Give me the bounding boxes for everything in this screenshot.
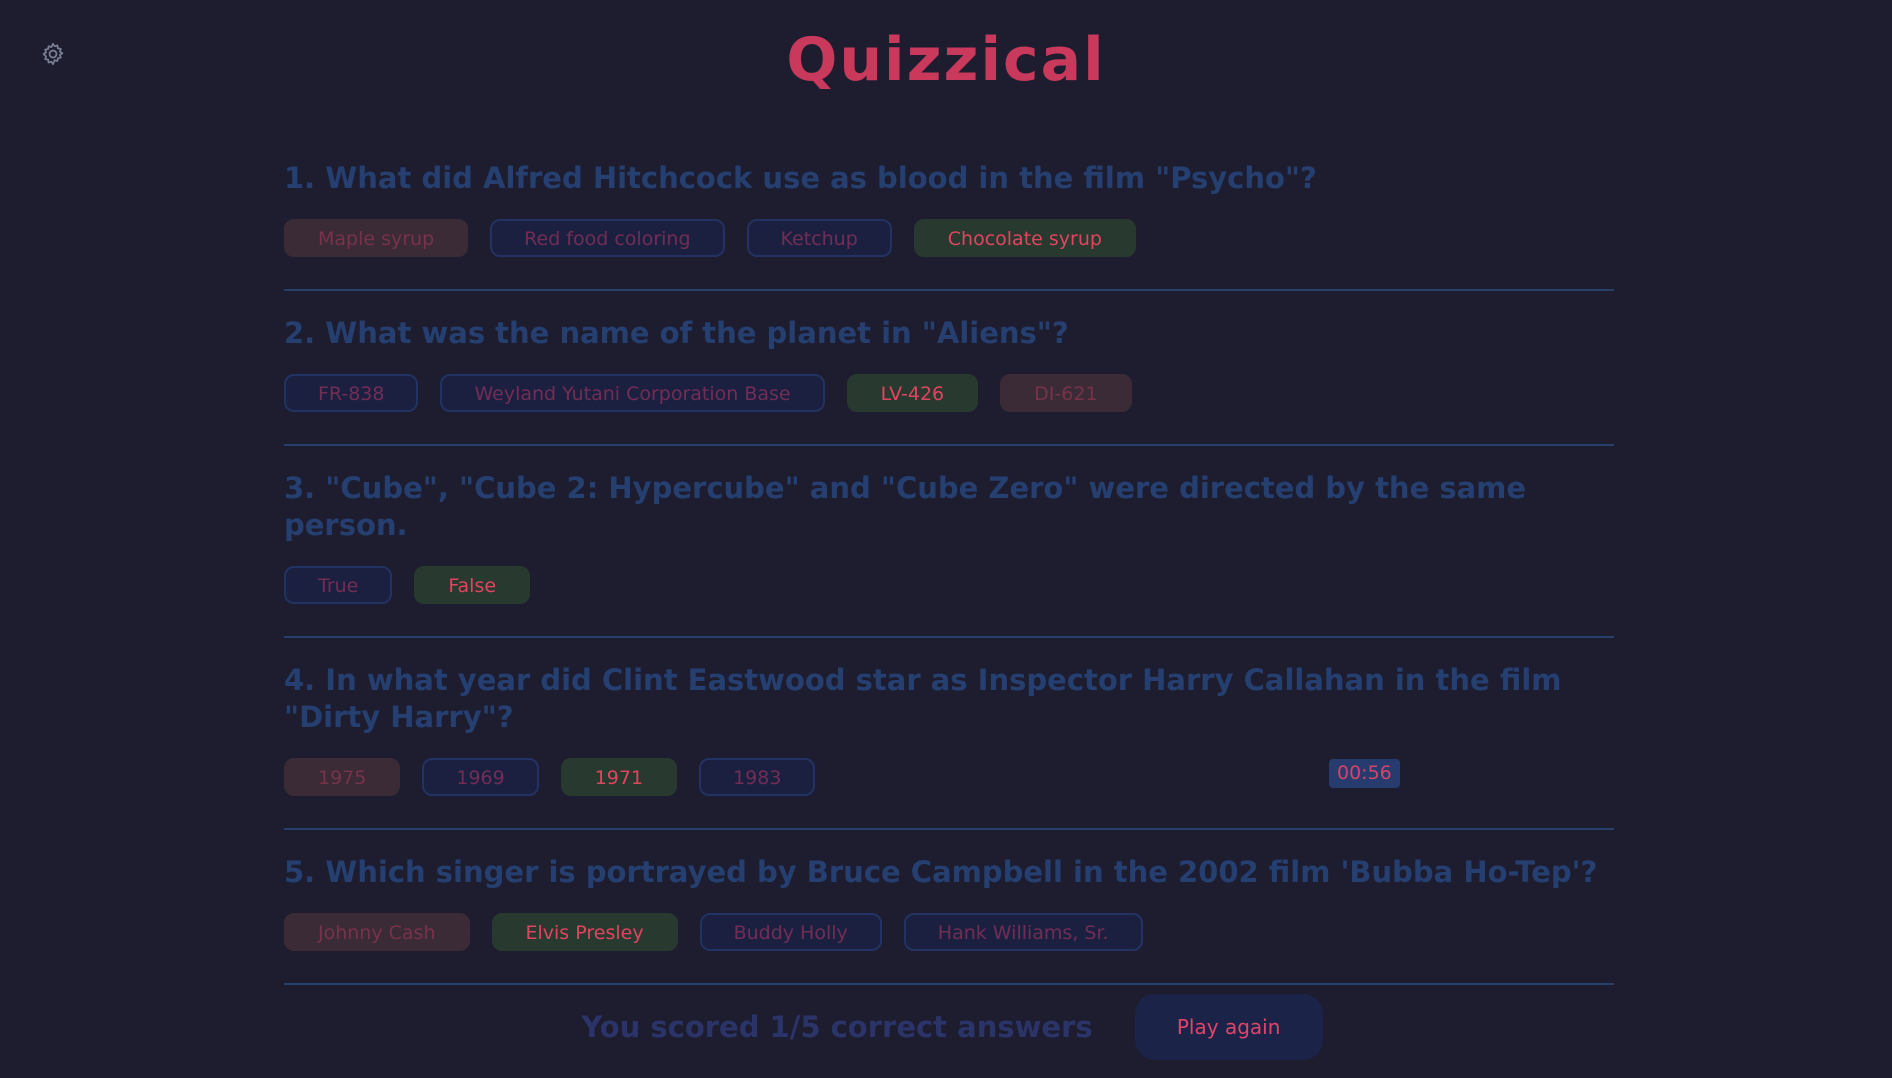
answer-option[interactable]: Buddy Holly xyxy=(699,913,882,951)
answer-option[interactable]: 1971 xyxy=(560,758,678,796)
answer-option[interactable]: False xyxy=(414,566,531,604)
answer-option[interactable]: Chocolate syrup xyxy=(913,219,1136,257)
question-text: 1. What did Alfred Hitchcock use as bloo… xyxy=(284,161,1317,195)
question-1: 1. What did Alfred Hitchcock use as bloo… xyxy=(284,150,1614,291)
question-list: 1. What did Alfred Hitchcock use as bloo… xyxy=(284,150,1614,985)
answer-group: Johnny Cash Elvis Presley Buddy Holly Ha… xyxy=(284,913,1614,951)
question-text: 3. "Cube", "Cube 2: Hypercube" and "Cube… xyxy=(284,471,1527,542)
question-text: 5. Which singer is portrayed by Bruce Ca… xyxy=(284,855,1598,889)
answer-option[interactable]: LV-426 xyxy=(846,374,979,412)
answer-option[interactable]: 1983 xyxy=(699,758,816,796)
question-3: 3. "Cube", "Cube 2: Hypercube" and "Cube… xyxy=(284,446,1614,638)
answer-option[interactable]: Maple syrup xyxy=(284,219,469,257)
question-text: 2. What was the name of the planet in "A… xyxy=(284,316,1069,350)
play-again-button[interactable]: Play again xyxy=(1134,994,1323,1060)
answer-option[interactable]: Hank Williams, Sr. xyxy=(903,913,1143,951)
score-text: You scored 1/5 correct answers xyxy=(581,1010,1093,1044)
answer-option[interactable]: FR-838 xyxy=(284,374,419,412)
answer-option[interactable]: Elvis Presley xyxy=(491,913,678,951)
answer-option[interactable]: True xyxy=(284,566,393,604)
answer-option[interactable]: Ketchup xyxy=(746,219,892,257)
question-4: 4. In what year did Clint Eastwood star … xyxy=(284,638,1614,830)
app-title: Quizzical xyxy=(786,25,1106,95)
answer-group: 1975 1969 1971 1983 xyxy=(284,758,1614,796)
question-2: 2. What was the name of the planet in "A… xyxy=(284,291,1614,446)
answer-option[interactable]: Weyland Yutani Corporation Base xyxy=(440,374,825,412)
answer-group: FR-838 Weyland Yutani Corporation Base L… xyxy=(284,374,1614,412)
answer-group: True False xyxy=(284,566,1614,604)
answer-option[interactable]: 1969 xyxy=(422,758,539,796)
quiz-page: Quizzical 1. What did Alfred Hitchcock u… xyxy=(0,0,1892,1078)
question-text: 4. In what year did Clint Eastwood star … xyxy=(284,663,1562,734)
answer-group: Maple syrup Red food coloring Ketchup Ch… xyxy=(284,219,1614,257)
answer-option[interactable]: 1975 xyxy=(284,758,401,796)
countdown-timer: 00:56 xyxy=(1329,759,1400,788)
question-5: 5. Which singer is portrayed by Bruce Ca… xyxy=(284,830,1614,985)
answer-option[interactable]: DI-621 xyxy=(1000,374,1132,412)
results-footer: You scored 1/5 correct answers Play agai… xyxy=(0,994,1892,1060)
answer-option[interactable]: Johnny Cash xyxy=(284,913,470,951)
answer-option[interactable]: Red food coloring xyxy=(490,219,725,257)
